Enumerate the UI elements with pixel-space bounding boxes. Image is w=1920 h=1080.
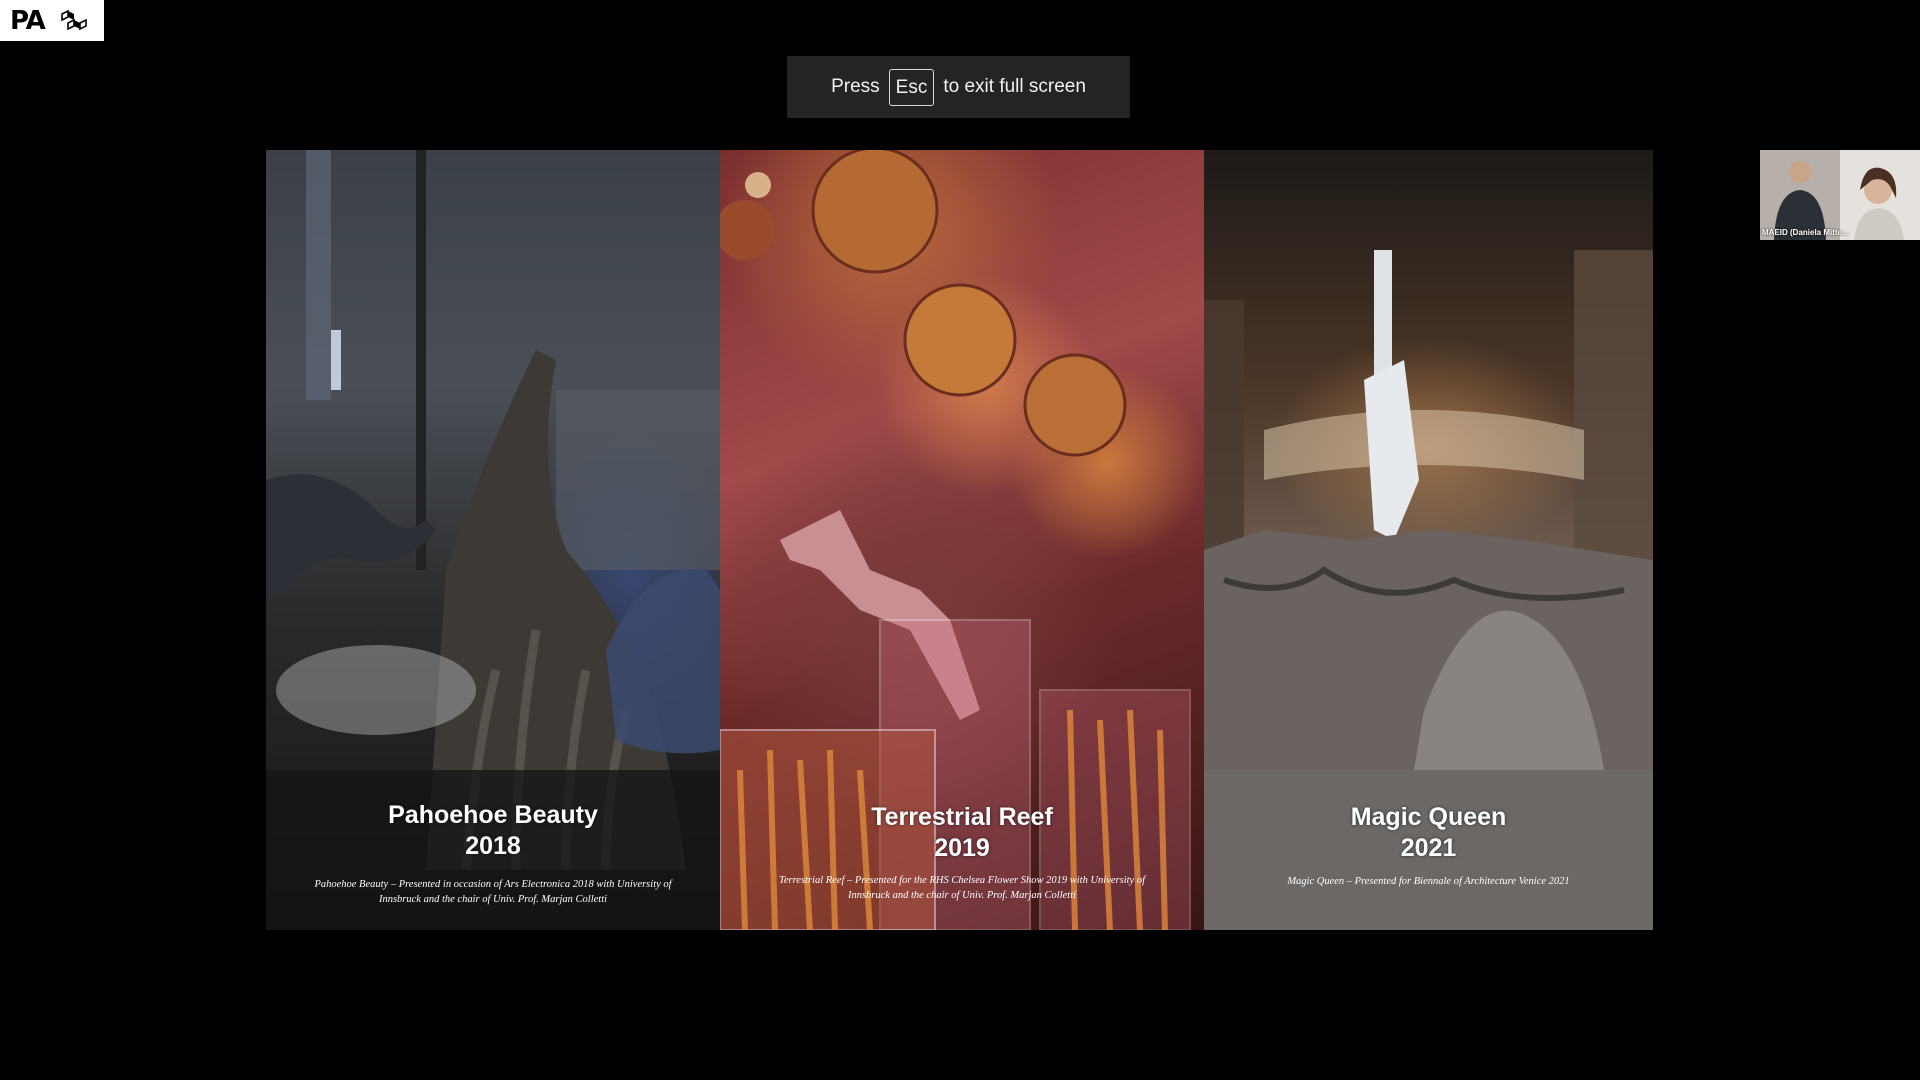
- slide-title-1: Pahoehoe Beauty 2018: [266, 800, 720, 862]
- slide-caption-2: Terrestrial Reef – Presented for the RHS…: [760, 873, 1164, 903]
- exit-fullscreen-banner: Press Esc to exit full screen: [787, 56, 1130, 118]
- exit-text: to exit full screen: [943, 76, 1086, 97]
- slide-title-2: Terrestrial Reef 2019: [720, 802, 1204, 864]
- title-year: 2018: [465, 832, 521, 860]
- caption-line: Terrestrial Reef – Presented for the RHS…: [778, 875, 1145, 886]
- participant-video-thumbnail[interactable]: MAEID (Daniela Mitte...: [1760, 150, 1920, 240]
- press-text: Press: [831, 76, 880, 97]
- slide-panel-magic-queen: Magic Queen 2021 Magic Queen – Presented…: [1204, 150, 1653, 930]
- title-name: Pahoehoe Beauty: [388, 801, 598, 829]
- esc-key[interactable]: Esc: [888, 68, 935, 106]
- slide-title-3: Magic Queen 2021: [1204, 802, 1653, 864]
- caption-line: Pahoehoe Beauty – Presented in occasion …: [314, 879, 672, 890]
- title-name: Magic Queen: [1350, 803, 1507, 831]
- title-year: 2019: [934, 834, 990, 862]
- slide-caption-1: Pahoehoe Beauty – Presented in occasion …: [306, 877, 680, 907]
- logo-text: PA: [10, 5, 46, 36]
- app-logo: PA: [0, 0, 104, 41]
- caption-line: Magic Queen – Presented for Biennale of …: [1287, 876, 1570, 887]
- slide-panel-pahoehoe-beauty: Pahoehoe Beauty 2018 Pahoehoe Beauty – P…: [266, 150, 720, 930]
- cube-logo-icon: [60, 9, 87, 30]
- slide-caption-3: Magic Queen – Presented for Biennale of …: [1244, 874, 1613, 889]
- title-year: 2021: [1400, 834, 1457, 862]
- presentation-slide: Pahoehoe Beauty 2018 Pahoehoe Beauty – P…: [266, 150, 1653, 930]
- participant-name: MAEID (Daniela Mitte...: [1762, 228, 1849, 237]
- caption-line: Innsbruck and the chair of Univ. Prof. M…: [847, 890, 1077, 901]
- title-name: Terrestrial Reef: [871, 803, 1053, 831]
- participants-video-feed: [1760, 150, 1920, 240]
- caption-line: Innsbruck and the chair of Univ. Prof. M…: [378, 894, 608, 905]
- slide-panel-terrestrial-reef: Terrestrial Reef 2019 Terrestrial Reef –…: [720, 150, 1204, 930]
